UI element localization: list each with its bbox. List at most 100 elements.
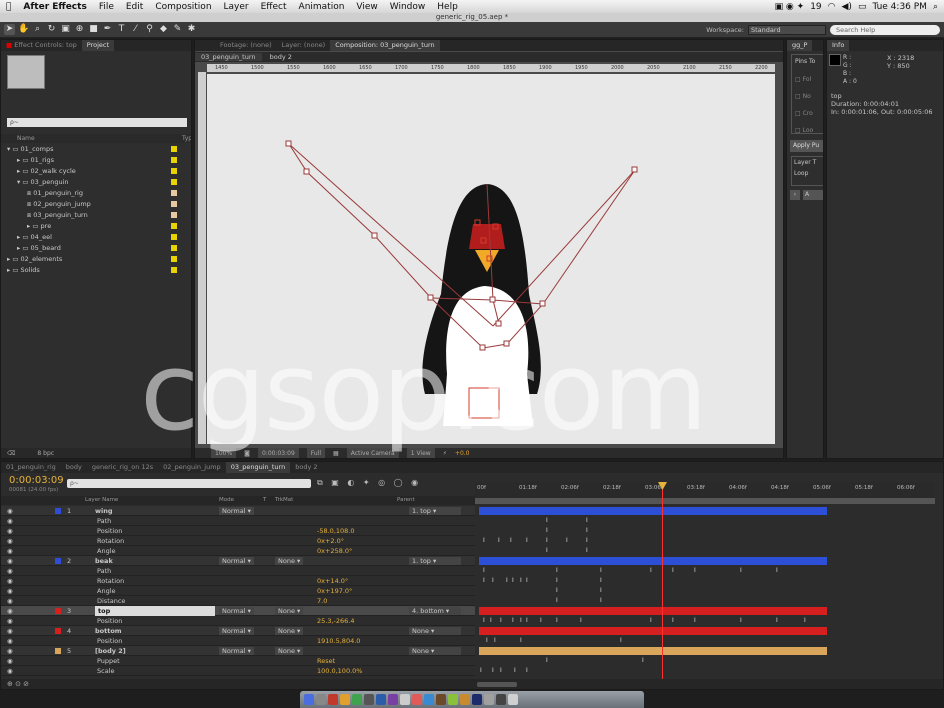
keyframe-icon[interactable]: I (490, 617, 492, 625)
keyframe-icon[interactable]: I (546, 537, 548, 545)
triangle-closed-icon[interactable]: ▸ ▭ (17, 167, 31, 175)
eraser-tool-icon[interactable]: ◆ (158, 24, 169, 35)
keyframe-icon[interactable]: I (483, 567, 485, 575)
layer-row[interactable]: ◉ 1 wing Normal ▾ 1. top ▾ (1, 506, 475, 516)
label-color-swatch[interactable] (171, 245, 177, 251)
timeline-tab[interactable]: 03_penguin_turn (225, 462, 291, 473)
layer-label-color[interactable] (55, 608, 61, 614)
menu-layer[interactable]: Layer (218, 2, 255, 12)
close-icon[interactable]: ■ (6, 41, 12, 49)
triangle-closed-icon[interactable]: ▸ ▭ (17, 233, 31, 241)
project-item[interactable]: ▸ ▭ 02_walk cycle (1, 166, 191, 176)
triangle-closed-icon[interactable]: ▸ ▭ (7, 266, 21, 274)
timeline-tab[interactable]: body (61, 462, 87, 473)
project-item[interactable]: ▸ ▭ 01_rigs (1, 155, 191, 165)
type-tool-icon[interactable]: T (116, 24, 127, 35)
property-name[interactable]: Angle (97, 546, 116, 556)
property-name[interactable]: Path (97, 566, 111, 576)
blend-mode-select[interactable]: Normal ▾ (219, 557, 254, 565)
label-color-swatch[interactable] (171, 212, 177, 218)
visibility-eye-icon[interactable]: ◉ (7, 516, 13, 526)
dock-app-icon[interactable] (328, 694, 338, 705)
visibility-eye-icon[interactable]: ◉ (7, 646, 13, 656)
apply-small-button[interactable]: A (803, 190, 823, 200)
keyframe-icon[interactable]: I (540, 617, 542, 625)
property-row[interactable]: ◉ Position 1910.5,804.0 (1, 636, 475, 646)
keyframe-icon[interactable]: I (694, 567, 696, 575)
property-name[interactable]: Scale (97, 666, 115, 676)
visibility-eye-icon[interactable]: ◉ (7, 526, 13, 536)
layer-row[interactable]: ◉ 4 bottom Normal ▾ None ▾ None ▾ (1, 626, 475, 636)
visibility-eye-icon[interactable]: ◉ (7, 666, 13, 676)
dock-app-icon[interactable] (400, 694, 410, 705)
timeline-tab[interactable]: 02_penguin_jump (158, 462, 226, 473)
pen-tool-icon[interactable]: ✒ (102, 24, 113, 35)
label-color-swatch[interactable] (171, 179, 177, 185)
keyframe-icon[interactable]: I (514, 667, 516, 675)
keyframe-icon[interactable]: I (580, 617, 582, 625)
layer-row[interactable]: ◉ 5 [body 2] Normal ▾ None ▾ None ▾ (1, 646, 475, 656)
layer-name[interactable]: wing (95, 506, 113, 516)
property-value[interactable]: -58.0,108.0 (317, 526, 355, 536)
property-name[interactable]: Position (97, 636, 122, 646)
tab-layer[interactable]: Layer: (none) (277, 40, 331, 51)
menu-effect[interactable]: Effect (255, 2, 293, 12)
tab-footage[interactable]: Footage: (none) (215, 40, 277, 51)
layer-duration-bar[interactable] (479, 647, 827, 655)
dock-app-icon[interactable] (436, 694, 446, 705)
keyframe-icon[interactable]: I (556, 577, 558, 585)
keyframe-icon[interactable]: I (566, 537, 568, 545)
property-row[interactable]: ◉ Puppet Reset (1, 656, 475, 666)
clone-tool-icon[interactable]: ⚲ (144, 24, 155, 35)
keyframe-icon[interactable]: I (492, 577, 494, 585)
parent-select[interactable]: 1. top ▾ (409, 557, 461, 565)
arrow-button[interactable]: › (790, 190, 800, 200)
keyframe-icon[interactable]: I (512, 577, 514, 585)
apply-button[interactable]: Apply Pu (790, 140, 823, 152)
property-value[interactable]: 0x+258.0° (317, 546, 352, 556)
keyframe-icon[interactable]: I (600, 587, 602, 595)
layer-label-color[interactable] (55, 648, 61, 654)
keyframe-icon[interactable]: I (510, 537, 512, 545)
layer-duration-bar[interactable] (479, 507, 827, 515)
visibility-eye-icon[interactable]: ◉ (7, 566, 13, 576)
visibility-eye-icon[interactable]: ◉ (7, 536, 13, 546)
label-color-swatch[interactable] (171, 146, 177, 152)
triangle-closed-icon[interactable]: ▸ ▭ (7, 255, 21, 263)
dock-app-icon[interactable] (364, 694, 374, 705)
bpc-label[interactable]: 8 bpc (37, 450, 54, 457)
property-row[interactable]: ◉ Angle 0x+258.0° (1, 546, 475, 556)
keyframe-icon[interactable]: I (600, 577, 602, 585)
menu-help[interactable]: Help (431, 2, 464, 12)
keyframe-icon[interactable]: I (526, 577, 528, 585)
project-item[interactable]: ▾ ▭ 03_penguin (1, 177, 191, 187)
keyframe-icon[interactable]: I (620, 637, 622, 645)
visibility-eye-icon[interactable]: ◉ (7, 656, 13, 666)
label-color-swatch[interactable] (171, 223, 177, 229)
tab-project[interactable]: Project (81, 40, 115, 51)
tab-effect-controls[interactable]: ■ Effect Controls: top (1, 40, 82, 51)
keyframe-icon[interactable]: I (650, 567, 652, 575)
property-value[interactable]: 0x+2.0° (317, 536, 344, 546)
keyframe-icon[interactable]: I (586, 527, 588, 535)
keyframe-icon[interactable]: I (556, 617, 558, 625)
roto-tool-icon[interactable]: ✎ (172, 24, 183, 35)
label-color-swatch[interactable] (171, 190, 177, 196)
triangle-closed-icon[interactable]: ▸ ▭ (17, 244, 31, 252)
trkmat-select[interactable]: None ▾ (275, 627, 304, 635)
keyframe-icon[interactable]: I (546, 517, 548, 525)
layer-duration-bar[interactable] (479, 607, 827, 615)
dock-app-icon[interactable] (412, 694, 422, 705)
col-layer-name[interactable]: Layer Name (85, 496, 118, 505)
property-row[interactable]: ◉ Distance 7.0 (1, 596, 475, 606)
selection-tool-icon[interactable]: ➤ (4, 24, 15, 35)
menu-edit[interactable]: Edit (120, 2, 149, 12)
rotate-tool-icon[interactable]: ↻ (46, 24, 57, 35)
layer-duration-bar[interactable] (479, 627, 827, 635)
keyframe-icon[interactable]: I (526, 667, 528, 675)
layer-row[interactable]: ◉ 3 top Normal ▾ None ▾ 4. bottom ▾ (1, 606, 475, 616)
project-item[interactable]: ⧈ 01_penguin_rig (1, 188, 191, 198)
trkmat-select[interactable]: None ▾ (275, 607, 304, 615)
property-row[interactable]: ◉ Scale 100.0,100.0% (1, 666, 475, 676)
timeline-tab[interactable]: generic_rig_on 12s (87, 462, 158, 473)
